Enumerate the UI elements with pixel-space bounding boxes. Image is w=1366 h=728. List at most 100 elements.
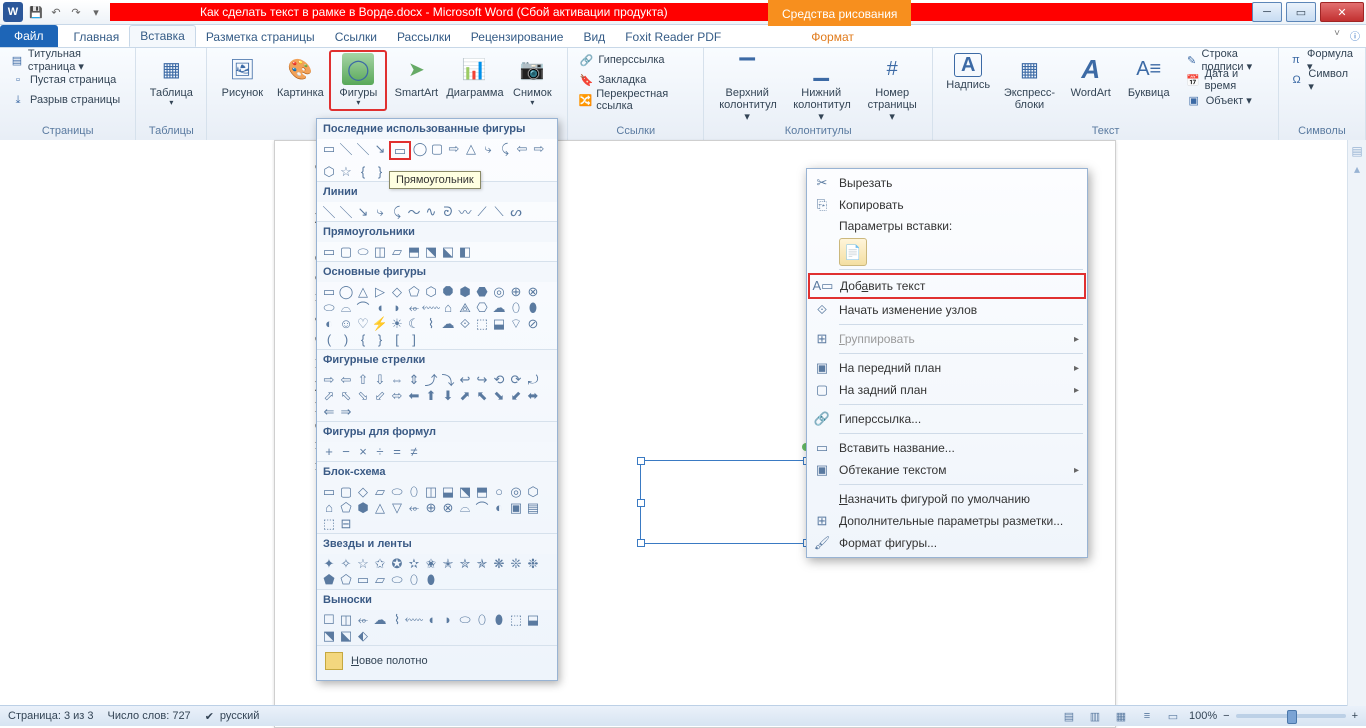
picture-button[interactable]: 🖼Рисунок [213, 50, 271, 111]
shape[interactable]: ⌒ [474, 500, 490, 515]
resize-handle[interactable] [637, 539, 645, 547]
drawing-tools-tab[interactable]: Средства рисования [768, 0, 911, 26]
shape[interactable]: ⊘ [525, 316, 541, 331]
view-full-read[interactable]: ▥ [1085, 707, 1105, 725]
shape[interactable]: ⬂ [355, 388, 371, 403]
shape[interactable]: ⬭ [389, 484, 405, 499]
hyperlink-button[interactable]: 🔗Гиперссылка [574, 50, 697, 70]
maximize-button[interactable]: ▭ [1286, 2, 1316, 22]
shape[interactable]: ⟳ [508, 372, 524, 387]
shape[interactable]: ▭ [321, 484, 337, 499]
status-words[interactable]: Число слов: 727 [108, 710, 191, 722]
shape[interactable]: ⚡ [372, 316, 388, 331]
shape[interactable]: ↩ [457, 372, 473, 387]
shape[interactable]: ⎔ [474, 300, 490, 315]
shape[interactable]: △ [372, 500, 388, 515]
view-print-layout[interactable]: ▤ [1059, 707, 1079, 725]
shape[interactable]: ▢ [338, 484, 354, 499]
ctx-text-wrap[interactable]: ▣Обтекание текстом▸ [809, 459, 1085, 481]
ctx-edit-points[interactable]: ⟐Начать изменение узлов [809, 299, 1085, 321]
shape[interactable]: ⇒ [338, 404, 354, 419]
shape[interactable]: ⬯ [406, 484, 422, 499]
new-canvas-button[interactable]: Новое полотно [317, 645, 557, 676]
shape[interactable]: ◫ [338, 612, 354, 627]
shape[interactable]: ⤴ [423, 372, 439, 387]
clipart-button[interactable]: 🎨Картинка [271, 50, 329, 111]
document-area[interactable]: способ, который и был описан выше. ур d … [0, 140, 1366, 706]
ctx-insert-caption[interactable]: ▭Вставить название... [809, 437, 1085, 459]
shape[interactable]: ✯ [474, 556, 490, 571]
shape-rounded-rect[interactable]: ▢ [429, 141, 445, 156]
shape-connector[interactable]: ⤹ [389, 204, 405, 219]
shape[interactable]: ○ [491, 484, 507, 499]
shape[interactable]: ⬯ [406, 572, 422, 587]
shape[interactable]: ⬆ [423, 388, 439, 403]
shape[interactable]: ( [321, 332, 337, 347]
shape[interactable]: ✦ [321, 556, 337, 571]
tab-foxit[interactable]: Foxit Reader PDF [615, 27, 731, 47]
textbox-button[interactable]: AНадпись [939, 50, 997, 111]
shape[interactable]: ✭ [440, 556, 456, 571]
paste-option-button[interactable]: 📄 [839, 238, 867, 266]
shape-line[interactable]: ᔕ [508, 204, 524, 219]
shape[interactable]: ⌇ [389, 612, 405, 627]
shape[interactable]: ⬭ [321, 300, 337, 315]
shape[interactable]: = [389, 444, 405, 459]
shape[interactable]: ⬠ [338, 500, 354, 515]
shape[interactable]: ⬮ [525, 300, 541, 315]
chart-button[interactable]: 📊Диаграмма [445, 50, 503, 111]
shape[interactable]: ⇕ [406, 372, 422, 387]
shape[interactable]: ) [338, 332, 354, 347]
shape[interactable]: ⬡ [423, 284, 439, 299]
shape[interactable]: ⬮ [491, 612, 507, 627]
ctx-bring-front[interactable]: ▣На передний план▸ [809, 357, 1085, 379]
shape[interactable]: ❋ [491, 556, 507, 571]
minimize-button[interactable]: ─ [1252, 2, 1282, 22]
shape-hex[interactable]: ⬡ [321, 164, 337, 179]
shape[interactable]: ✧ [338, 556, 354, 571]
tab-format[interactable]: Формат [801, 27, 864, 47]
shape[interactable]: ⇨ [321, 372, 337, 387]
tab-view[interactable]: Вид [573, 27, 615, 47]
shape[interactable]: ⬰ [355, 612, 371, 627]
shape[interactable]: ▭ [321, 284, 337, 299]
shape[interactable]: ⬢ [355, 500, 371, 515]
shape-triangle[interactable]: △ [463, 141, 479, 156]
shape-line[interactable]: ＼ [338, 204, 354, 219]
shape-line[interactable]: ＼ [321, 204, 337, 219]
ctx-add-text[interactable]: A▭Добавить текст [808, 273, 1086, 299]
ctx-send-back[interactable]: ▢На задний план▸ [809, 379, 1085, 401]
shape[interactable]: ⌂ [440, 300, 456, 315]
view-draft[interactable]: ▭ [1163, 707, 1183, 725]
shape-brace[interactable]: } [372, 164, 388, 179]
shape[interactable]: ⬓ [525, 612, 541, 627]
shape[interactable]: ⇐ [321, 404, 337, 419]
shape-rect[interactable]: ▱ [389, 244, 405, 259]
tab-file[interactable]: Файл [0, 25, 58, 47]
shape[interactable]: − [338, 444, 354, 459]
save-icon[interactable]: 💾 [28, 4, 44, 20]
shape[interactable]: ⬇ [440, 388, 456, 403]
shape[interactable]: ◎ [508, 484, 524, 499]
shape[interactable]: ⬓ [440, 484, 456, 499]
shape[interactable]: ⬭ [457, 612, 473, 627]
symbol-button[interactable]: ΩСимвол ▾ [1285, 70, 1359, 90]
shape-rectangle[interactable]: ▭ [389, 141, 411, 160]
ctx-more-layout[interactable]: ⊞Дополнительные параметры разметки... [809, 510, 1085, 532]
shape[interactable]: ⬳ [423, 300, 439, 315]
shape-rect[interactable]: ⬔ [423, 244, 439, 259]
shape[interactable]: ✫ [406, 556, 422, 571]
shape[interactable]: ▤ [525, 500, 541, 515]
shape[interactable]: ⬭ [389, 572, 405, 587]
object-button[interactable]: ▣Объект ▾ [1182, 90, 1272, 110]
ctx-set-default[interactable]: Назначить фигурой по умолчанию [809, 488, 1085, 510]
shape[interactable]: ⊟ [338, 516, 354, 531]
redo-icon[interactable]: ↷ [68, 4, 84, 20]
shape[interactable]: ↪ [474, 372, 490, 387]
shape[interactable]: ♡ [355, 316, 371, 331]
shape[interactable]: ⊕ [423, 500, 439, 515]
shape[interactable]: ☁ [491, 300, 507, 315]
shape-rect[interactable]: ▢ [338, 244, 354, 259]
shape[interactable]: } [372, 332, 388, 347]
shape[interactable]: ◖ [423, 612, 439, 627]
